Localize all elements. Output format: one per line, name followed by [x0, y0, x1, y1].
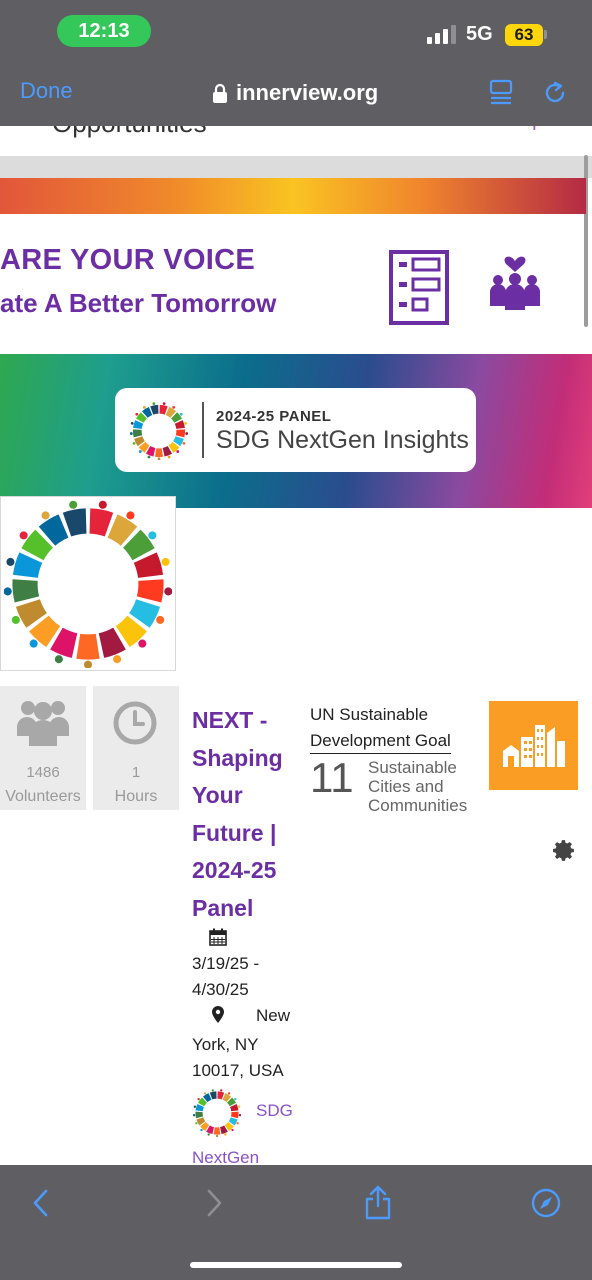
city-icon [503, 725, 565, 767]
home-indicator [190, 1262, 402, 1268]
hours-count: 1 [131, 764, 141, 781]
volunteers-count: 1486 [26, 764, 60, 781]
location-line: New [256, 1006, 291, 1025]
title-line: NEXT - [192, 707, 268, 733]
address-bar[interactable]: innerview.org [212, 78, 378, 108]
title-line: Panel [192, 894, 254, 921]
signal-icon [427, 25, 456, 44]
map-pin-icon [212, 1006, 224, 1023]
page-divider [0, 156, 592, 178]
date-end: 4/30/25 [192, 980, 249, 999]
location-line: York, NY [192, 1035, 259, 1054]
share-icon[interactable] [363, 1184, 393, 1220]
goal-tile[interactable] [489, 701, 578, 790]
status-time: 12:13 [57, 15, 151, 47]
card-divider [202, 402, 204, 458]
done-button[interactable]: Done [20, 78, 73, 104]
location-line: 10017, USA [192, 1061, 284, 1080]
date-start: 3/19/25 - [192, 954, 260, 973]
reader-icon[interactable] [488, 78, 516, 106]
goal-name: Sustainable Cities and Communities [368, 758, 478, 815]
goal-name-line: Communities [368, 796, 468, 815]
title-line: 2024-25 [192, 857, 277, 883]
battery-level: 63 [505, 24, 543, 46]
battery-icon [544, 30, 547, 39]
sdg-wheel-logo [4, 500, 172, 668]
volunteers-label: Volunteers [5, 788, 81, 805]
org-logo-icon[interactable] [193, 1089, 241, 1137]
title-line: Future | [192, 819, 277, 846]
reload-icon[interactable] [541, 79, 569, 107]
opportunity-title[interactable]: NEXT - Shaping Your Future | 2024-25 Pan… [192, 702, 302, 927]
title-line: Shaping [192, 744, 283, 771]
calendar-icon [209, 928, 227, 946]
lock-icon [213, 83, 227, 103]
title-line: Your [192, 782, 243, 808]
back-icon[interactable] [27, 1188, 57, 1218]
compass-icon[interactable] [531, 1188, 561, 1218]
network-type: 5G [466, 23, 493, 45]
goal-header: Development Goal [310, 731, 451, 754]
community-icon [490, 256, 540, 310]
banner-gradient [0, 178, 586, 214]
panel-name: SDG NextGen Insights [216, 426, 469, 454]
org-link[interactable]: SDG [256, 1101, 293, 1121]
people-icon [17, 701, 69, 746]
banner-subheadline: ate A Better Tomorrow [0, 288, 277, 318]
forward-icon[interactable] [198, 1188, 228, 1218]
url-text: innerview.org [236, 80, 379, 105]
banner-headline: ARE YOUR VOICE [0, 244, 256, 276]
hours-label: Hours [114, 788, 158, 805]
date-range: 3/19/25 - 4/30/25 [192, 951, 282, 1003]
goal-name-line: Sustainable [368, 758, 457, 777]
sdg-wheel-icon [130, 402, 188, 460]
goal-header: UN Sustainable [310, 705, 429, 724]
gear-icon[interactable] [552, 838, 577, 863]
clock-icon [113, 701, 157, 745]
survey-list-icon [389, 250, 449, 325]
goal-name-line: Cities and [368, 777, 444, 796]
location: York, NY 10017, USA [192, 1032, 302, 1084]
panel-label: 2024-25 PANEL [216, 408, 332, 425]
goal-number: 11 [310, 754, 354, 801]
